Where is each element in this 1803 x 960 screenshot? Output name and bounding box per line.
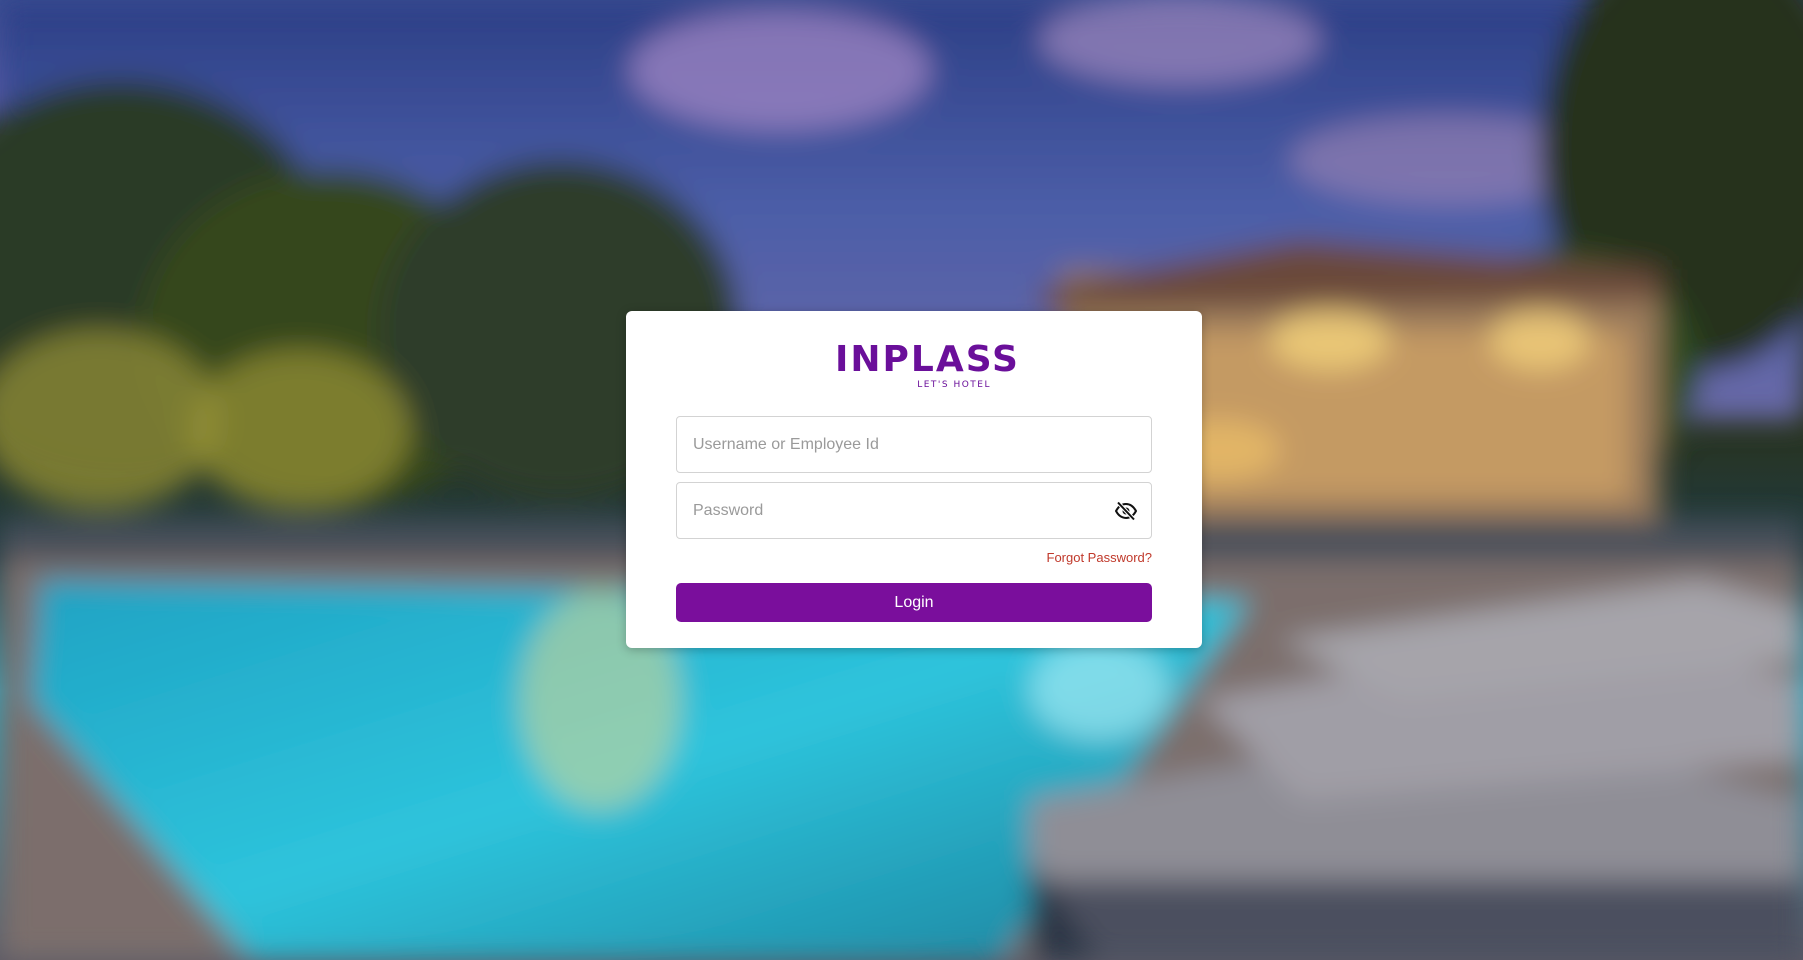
password-input[interactable] <box>677 483 1151 538</box>
login-card: INPLASS LET'S HOTEL Forgot Password? Log… <box>626 311 1202 648</box>
forgot-password-link[interactable]: Forgot Password? <box>1047 550 1153 565</box>
username-input[interactable] <box>677 417 1151 472</box>
eye-slash-icon[interactable] <box>1114 501 1138 521</box>
brand-logo-tagline: LET'S HOTEL <box>917 380 991 390</box>
username-field <box>676 416 1152 473</box>
password-field <box>676 482 1152 539</box>
brand-logo: INPLASS LET'S HOTEL <box>626 339 1202 391</box>
login-button[interactable]: Login <box>676 583 1152 622</box>
brand-logo-name: INPLASS <box>835 339 1020 380</box>
